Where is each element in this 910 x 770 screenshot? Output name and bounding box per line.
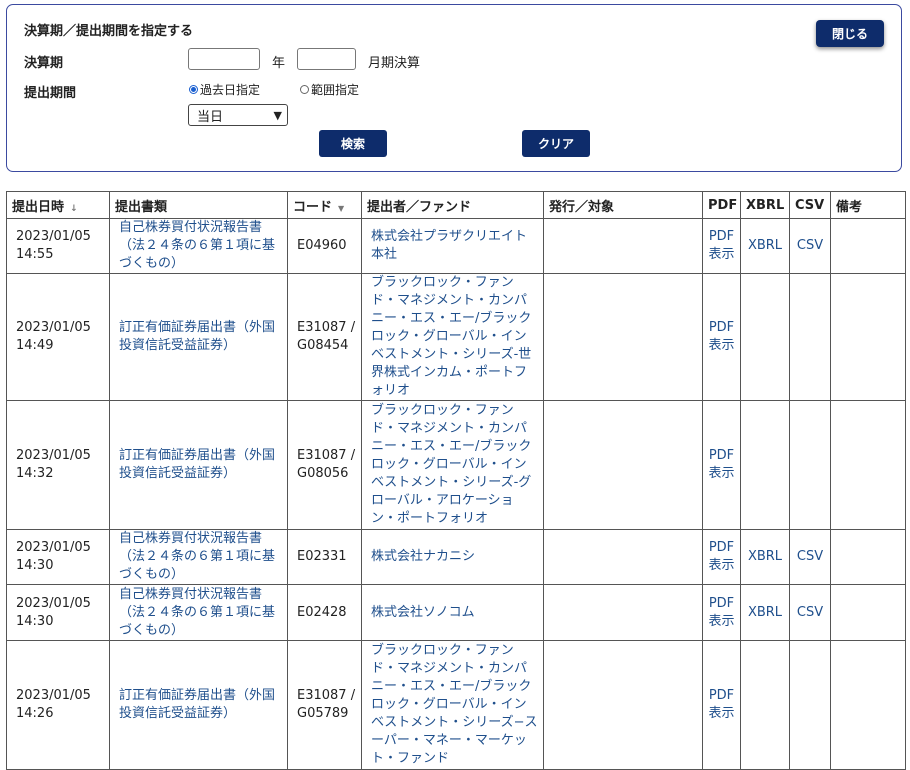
header-code[interactable]: コード ▼ xyxy=(287,191,362,219)
issuer-cell xyxy=(543,273,703,401)
header-doc: 提出書類 xyxy=(109,191,288,219)
table-row: 2023/01/05 14:26 訂正有価証券届出書（外国投資信託受益証券） E3… xyxy=(6,640,906,770)
xbrl-link[interactable]: XBRL xyxy=(740,584,790,641)
date-cell: 2023/01/05 14:26 xyxy=(6,640,110,770)
csv-link[interactable]: CSV xyxy=(789,218,831,274)
radio-range-label: 範囲指定 xyxy=(311,83,360,97)
csv-link[interactable] xyxy=(789,640,831,770)
table-row: 2023/01/05 14:55 自己株券買付状況報告書（法２４条の６第１項に基づ… xyxy=(6,218,906,274)
doc-link[interactable]: 自己株券買付状況報告書（法２４条の６第１項に基づくもの） xyxy=(109,218,288,274)
sort-arrow-icon[interactable]: ↓ xyxy=(70,204,78,214)
chevron-down-icon: ▼ xyxy=(273,109,282,122)
header-date[interactable]: 提出日時 ↓ xyxy=(6,191,110,219)
issuer-cell xyxy=(543,584,703,641)
search-panel: 決算期／提出期間を指定する 閉じる 決算期 年 月期決算 提出期間 過去日指定 … xyxy=(6,4,902,172)
month-suffix: 月期決算 xyxy=(368,56,421,71)
fiscal-month-input[interactable] xyxy=(297,48,356,70)
filer-link[interactable]: 株式会社プラザクリエイト本社 xyxy=(361,218,544,274)
fiscal-label: 決算期 xyxy=(24,56,64,71)
date-cell: 2023/01/05 14:30 xyxy=(6,584,110,641)
header-csv: CSV xyxy=(789,191,831,219)
notes-cell xyxy=(830,640,906,770)
pdf-link[interactable]: PDF 表示 xyxy=(702,584,741,641)
filer-link[interactable]: 株式会社ナカニシ xyxy=(361,529,544,585)
close-button[interactable]: 閉じる xyxy=(816,20,884,47)
pdf-link[interactable]: PDF 表示 xyxy=(702,640,741,770)
xbrl-link[interactable] xyxy=(740,400,790,530)
date-cell: 2023/01/05 14:30 xyxy=(6,529,110,585)
header-filer: 提出者／ファンド xyxy=(361,191,544,219)
code-cell: E31087 /G08056 xyxy=(287,400,362,530)
filer-link[interactable]: ブラックロック・ファンド・マネジメント・カンパニー・エス・エー/ブラックロック・… xyxy=(361,640,544,770)
xbrl-link[interactable] xyxy=(740,273,790,401)
radio-range[interactable]: 範囲指定 xyxy=(300,81,359,98)
panel-title: 決算期／提出期間を指定する xyxy=(24,24,194,39)
clear-button[interactable]: クリア xyxy=(522,130,590,157)
code-cell: E04960 xyxy=(287,218,362,274)
period-select-value: 当日 xyxy=(197,109,224,125)
doc-link[interactable]: 訂正有価証券届出書（外国投資信託受益証券） xyxy=(109,400,288,530)
period-label: 提出期間 xyxy=(24,86,77,101)
period-select[interactable]: 当日 ▼ xyxy=(188,104,288,126)
code-cell: E31087 /G05789 xyxy=(287,640,362,770)
csv-link[interactable]: CSV xyxy=(789,584,831,641)
date-cell: 2023/01/05 14:32 xyxy=(6,400,110,530)
xbrl-link[interactable]: XBRL xyxy=(740,218,790,274)
date-cell: 2023/01/05 14:55 xyxy=(6,218,110,274)
csv-link[interactable] xyxy=(789,400,831,530)
sort-triangle-icon[interactable]: ▼ xyxy=(338,204,344,213)
pdf-link[interactable]: PDF 表示 xyxy=(702,218,741,274)
csv-link[interactable]: CSV xyxy=(789,529,831,585)
date-cell: 2023/01/05 14:49 xyxy=(6,273,110,401)
radio-past-date[interactable]: 過去日指定 xyxy=(189,81,260,98)
header-issuer: 発行／対象 xyxy=(543,191,703,219)
doc-link[interactable]: 訂正有価証券届出書（外国投資信託受益証券） xyxy=(109,273,288,401)
filer-link[interactable]: ブラックロック・ファンド・マネジメント・カンパニー・エス・エー/ブラックロック・… xyxy=(361,273,544,401)
year-suffix: 年 xyxy=(272,56,286,71)
code-cell: E31087 /G08454 xyxy=(287,273,362,401)
issuer-cell xyxy=(543,218,703,274)
header-xbrl: XBRL xyxy=(740,191,790,219)
notes-cell xyxy=(830,273,906,401)
notes-cell xyxy=(830,584,906,641)
notes-cell xyxy=(830,400,906,530)
issuer-cell xyxy=(543,529,703,585)
table-header-row: 提出日時 ↓ 提出書類 コード ▼ 提出者／ファンド 発行／対象 PDF XBRL … xyxy=(6,191,906,219)
filer-link[interactable]: 株式会社ソノコム xyxy=(361,584,544,641)
radio-unselected-icon xyxy=(300,85,309,94)
table-row: 2023/01/05 14:30 自己株券買付状況報告書（法２４条の６第１項に基づ… xyxy=(6,584,906,641)
header-pdf: PDF xyxy=(702,191,741,219)
table-row: 2023/01/05 14:32 訂正有価証券届出書（外国投資信託受益証券） E3… xyxy=(6,400,906,530)
code-cell: E02428 xyxy=(287,584,362,641)
search-button[interactable]: 検索 xyxy=(319,130,387,157)
doc-link[interactable]: 自己株券買付状況報告書（法２４条の６第１項に基づくもの） xyxy=(109,529,288,585)
code-cell: E02331 xyxy=(287,529,362,585)
doc-link[interactable]: 訂正有価証券届出書（外国投資信託受益証券） xyxy=(109,640,288,770)
fiscal-year-input[interactable] xyxy=(188,48,260,70)
filer-link[interactable]: ブラックロック・ファンド・マネジメント・カンパニー・エス・エー/ブラックロック・… xyxy=(361,400,544,530)
header-notes: 備考 xyxy=(830,191,906,219)
radio-selected-icon xyxy=(189,85,198,94)
issuer-cell xyxy=(543,400,703,530)
results-table: 提出日時 ↓ 提出書類 コード ▼ 提出者／ファンド 発行／対象 PDF XBRL … xyxy=(6,191,906,770)
pdf-link[interactable]: PDF 表示 xyxy=(702,400,741,530)
table-row: 2023/01/05 14:30 自己株券買付状況報告書（法２４条の６第１項に基づ… xyxy=(6,529,906,585)
pdf-link[interactable]: PDF 表示 xyxy=(702,529,741,585)
radio-past-label: 過去日指定 xyxy=(200,83,261,97)
table-row: 2023/01/05 14:49 訂正有価証券届出書（外国投資信託受益証券） E3… xyxy=(6,273,906,401)
notes-cell xyxy=(830,529,906,585)
csv-link[interactable] xyxy=(789,273,831,401)
doc-link[interactable]: 自己株券買付状況報告書（法２４条の６第１項に基づくもの） xyxy=(109,584,288,641)
notes-cell xyxy=(830,218,906,274)
xbrl-link[interactable] xyxy=(740,640,790,770)
xbrl-link[interactable]: XBRL xyxy=(740,529,790,585)
pdf-link[interactable]: PDF 表示 xyxy=(702,273,741,401)
issuer-cell xyxy=(543,640,703,770)
